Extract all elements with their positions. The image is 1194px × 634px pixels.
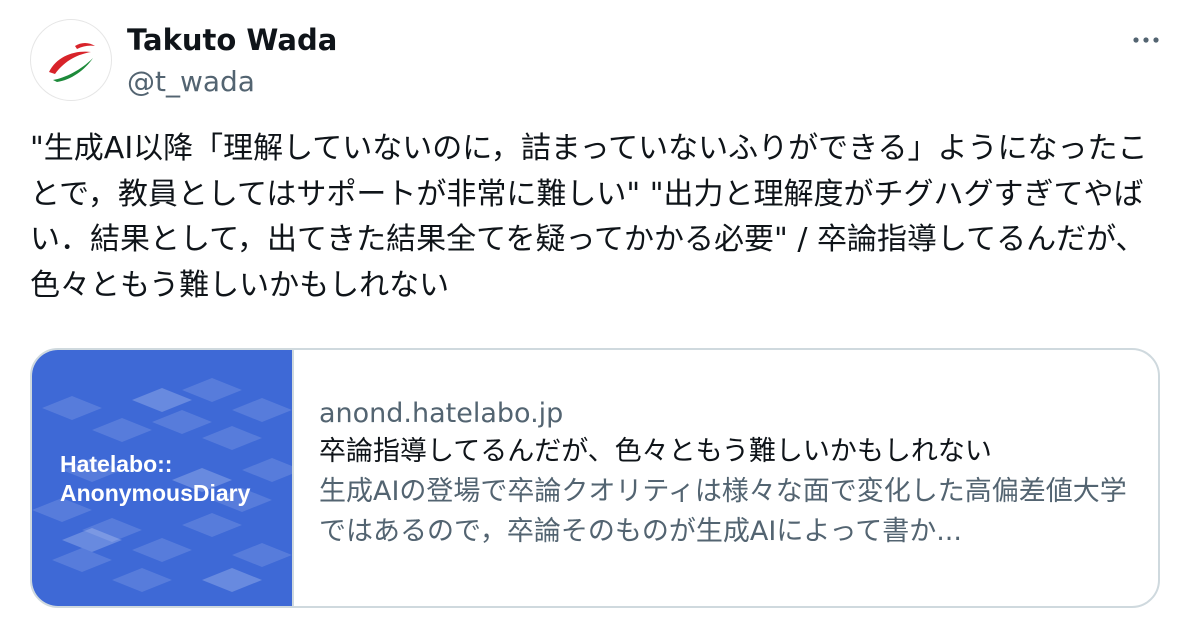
author-handle[interactable]: @t_wada	[127, 64, 255, 100]
card-thumbnail: Hatelabo:: AnonymousDiary	[32, 350, 294, 606]
link-card[interactable]: Hatelabo:: AnonymousDiary anond.hatelabo…	[30, 348, 1160, 608]
more-horizontal-icon[interactable]	[1128, 22, 1164, 58]
card-title: 卒論指導してるんだが、色々ともう難しいかもしれない	[319, 436, 992, 467]
swoosh-logo	[49, 43, 95, 82]
card-description: 生成AIの登場で卒論クオリティは様々な面で変化した高偏差値大学ではあるので，卒論…	[319, 476, 1127, 547]
author-name[interactable]: Takuto Wada	[127, 22, 337, 58]
card-domain: anond.hatelabo.jp	[319, 398, 564, 429]
avatar[interactable]	[30, 19, 112, 101]
thumbnail-title: Hatelabo:: AnonymousDiary	[60, 451, 251, 506]
tweet-text: "生成AI以降「理解していないのに，詰まっていないふりができる」ようになったこと…	[30, 131, 1148, 303]
card-body: anond.hatelabo.jp 卒論指導してるんだが、色々ともう難しいかもし…	[319, 396, 1139, 552]
